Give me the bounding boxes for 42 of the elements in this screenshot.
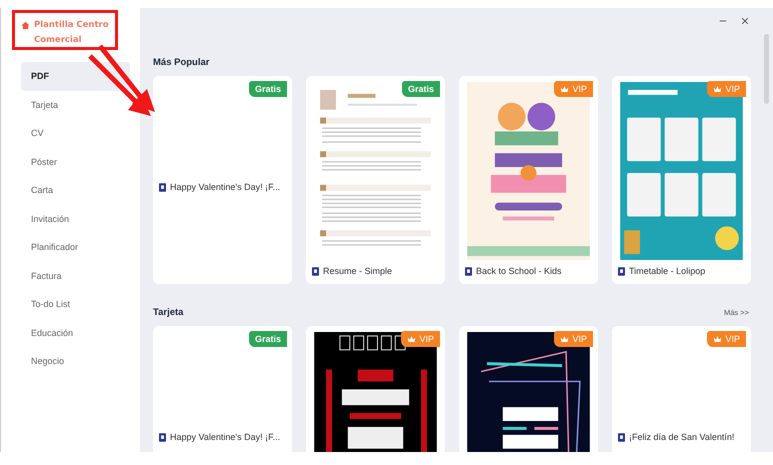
document-icon [159,182,166,192]
scrollbar[interactable] [764,34,769,104]
free-badge: Gratis [248,331,287,347]
card-title: Resume - Simple [323,266,392,276]
card-title: Happy Valentine's Day! ¡F... [170,182,280,192]
sidebar-item[interactable]: Invitación [21,204,130,233]
card-title: ¡Feliz día de San Valentín! [629,432,734,442]
sidebar-item[interactable]: Educación [21,318,130,347]
sidebar-item[interactable]: CV [21,119,130,148]
sidebar-item[interactable]: Póster [21,148,130,176]
sidebar-item[interactable]: To-do List [21,290,130,318]
vip-badge: VIP [707,81,746,97]
template-card[interactable]: Gratis Resume - Simple [306,76,445,284]
template-card[interactable]: VIP Timetable - Lolipop [612,76,751,284]
close-icon[interactable] [741,17,749,25]
card-title: Back to School - Kids [476,266,562,276]
document-icon [465,266,472,276]
document-icon [618,266,625,276]
document-icon [159,432,166,442]
free-badge: Gratis [248,81,287,97]
sidebar-item[interactable]: Planificador [21,233,130,262]
template-card[interactable]: VIP Back to School - Kids [459,76,598,284]
sidebar-item[interactable]: Carta [21,176,130,204]
vip-badge: VIP [554,331,593,347]
free-badge: Gratis [402,81,440,97]
vip-badge: VIP [707,331,746,347]
template-card[interactable]: Gratis Happy Valentine's Day! ¡F... [153,76,292,284]
card-title: Timetable - Lolipop [629,266,706,276]
vip-badge: VIP [554,81,593,97]
vip-badge: VIP [401,331,440,347]
template-card[interactable]: Gratis Happy Valentine's Day! ¡F... [153,326,292,452]
sidebar-item[interactable]: Negocio [21,347,130,376]
home-icon [21,21,30,30]
sidebar-item[interactable]: Factura [21,262,130,290]
sidebar-item[interactable]: Tarjeta [21,90,130,119]
document-icon [312,266,319,276]
section-title: Tarjeta [153,306,184,318]
annotation-arrow [88,54,151,116]
document-icon [618,432,625,442]
card-title: Happy Valentine's Day! ¡F... [170,432,280,442]
section-title: Más Popular [153,56,210,68]
template-card[interactable]: VIP ¡Feliz día de San Valentín! [612,326,751,452]
